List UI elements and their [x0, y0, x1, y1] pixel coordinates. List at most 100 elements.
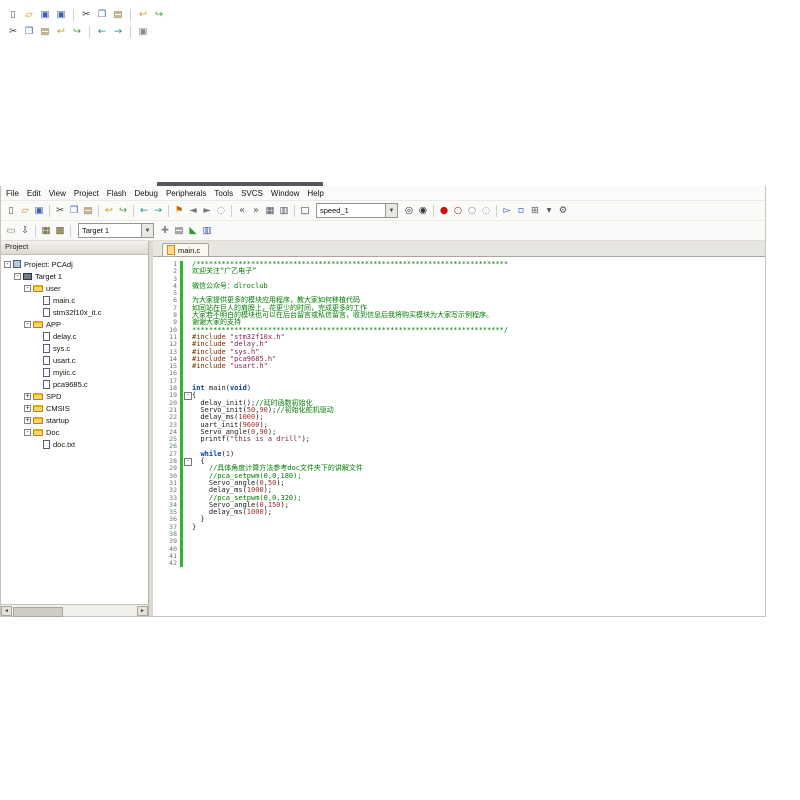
- expand-icon[interactable]: +: [24, 392, 31, 400]
- target-options-icon[interactable]: ✚: [158, 224, 172, 238]
- collapse-icon[interactable]: -: [24, 428, 31, 436]
- code-editor[interactable]: 1/**************************************…: [153, 257, 765, 616]
- uncomment-selection-icon[interactable]: ▥: [277, 204, 291, 218]
- tree-item-target-1[interactable]: - Target 1: [1, 270, 148, 282]
- tree-item-sys-c[interactable]: sys.c: [1, 342, 148, 354]
- copy-icon[interactable]: ❐: [22, 25, 36, 39]
- menu-item-flash[interactable]: Flash: [103, 189, 131, 198]
- tree-item-doc-txt[interactable]: doc.txt: [1, 438, 148, 450]
- save-all-icon[interactable]: ▣: [54, 8, 68, 22]
- comment-selection-icon[interactable]: ▦: [263, 204, 277, 218]
- window-layout-icon[interactable]: ⊞: [528, 204, 542, 218]
- tree-item-doc[interactable]: - Doc: [1, 426, 148, 438]
- save-icon[interactable]: ▣: [32, 204, 46, 218]
- menu-item-tools[interactable]: Tools: [210, 189, 237, 198]
- scroll-right-icon[interactable]: ►: [137, 605, 148, 616]
- tree-item-cmsis[interactable]: + CMSIS: [1, 402, 148, 414]
- cut-icon[interactable]: ✂: [79, 8, 93, 22]
- next-bookmark-icon[interactable]: ►: [200, 204, 214, 218]
- tree-item-project-pcadj[interactable]: - Project: PCAdj: [1, 258, 148, 270]
- indent-icon[interactable]: »: [249, 204, 263, 218]
- tree-item-startup[interactable]: + startup: [1, 414, 148, 426]
- cut-icon[interactable]: ✂: [53, 204, 67, 218]
- tree-item-main-c[interactable]: main.c: [1, 294, 148, 306]
- toolbar-checkbox-icon[interactable]: □: [298, 204, 312, 218]
- tree-item-user[interactable]: - user: [1, 282, 148, 294]
- build-icon[interactable]: ▦: [39, 224, 53, 238]
- tree-item-stm32f10x-it-c[interactable]: stm32f10x_it.c: [1, 306, 148, 318]
- navigate-back-icon[interactable]: ←: [137, 204, 151, 218]
- new-file-icon[interactable]: ▯: [4, 204, 18, 218]
- tree-item-usart-c[interactable]: usart.c: [1, 354, 148, 366]
- tree-item-delay-c[interactable]: delay.c: [1, 330, 148, 342]
- previous-bookmark-icon[interactable]: ◄: [186, 204, 200, 218]
- expand-icon[interactable]: +: [24, 404, 31, 412]
- cut-icon[interactable]: ✂: [6, 25, 20, 39]
- speed-combo[interactable]: speed_1 ▼: [316, 203, 398, 218]
- menu-item-debug[interactable]: Debug: [130, 189, 162, 198]
- debug-session-icon[interactable]: ▻: [500, 204, 514, 218]
- insert-breakpoint-icon[interactable]: ●: [437, 204, 451, 218]
- paste-icon[interactable]: ▤: [81, 204, 95, 218]
- flash-erase-icon[interactable]: ▭: [4, 224, 18, 238]
- copy-icon[interactable]: ❐: [67, 204, 81, 218]
- menu-item-window[interactable]: Window: [267, 189, 303, 198]
- navigate-forward-icon[interactable]: →: [151, 204, 165, 218]
- menu-item-help[interactable]: Help: [303, 189, 327, 198]
- chevron-down-icon[interactable]: ▼: [385, 204, 397, 217]
- clear-bookmarks-icon[interactable]: ◌: [214, 204, 228, 218]
- books-icon[interactable]: ▥: [200, 224, 214, 238]
- tree-item-pca9685-c[interactable]: pca9685.c: [1, 378, 148, 390]
- undo-icon[interactable]: ↩: [136, 8, 150, 22]
- new-file-icon[interactable]: ▯: [6, 8, 20, 22]
- save-icon[interactable]: ▣: [38, 8, 52, 22]
- manage-items-icon[interactable]: ▤: [172, 224, 186, 238]
- menu-item-svcs[interactable]: SVCS: [237, 189, 267, 198]
- scroll-thumb[interactable]: [13, 606, 63, 617]
- collapse-icon[interactable]: -: [4, 260, 11, 268]
- configure-icon[interactable]: ⚙: [556, 204, 570, 218]
- project-horizontal-scrollbar[interactable]: ◄ ►: [1, 604, 148, 617]
- component-viewer-icon[interactable]: ◣: [186, 224, 200, 238]
- find-in-files-icon[interactable]: ◎: [402, 204, 416, 218]
- menu-item-view[interactable]: View: [45, 189, 70, 198]
- tree-item-myiic-c[interactable]: myiic.c: [1, 366, 148, 378]
- collapse-icon[interactable]: -: [14, 272, 21, 280]
- copy-icon[interactable]: ❐: [95, 8, 109, 22]
- kill-breakpoints-icon[interactable]: ◌: [479, 204, 493, 218]
- tree-item-spd[interactable]: + SPD: [1, 390, 148, 402]
- menu-item-project[interactable]: Project: [70, 189, 103, 198]
- redo-icon[interactable]: ↪: [152, 8, 166, 22]
- bookmark-icon[interactable]: ⚑: [172, 204, 186, 218]
- navigate-back-icon[interactable]: ←: [95, 25, 109, 39]
- search-icon[interactable]: ◉: [416, 204, 430, 218]
- tab-main-c[interactable]: main.c: [162, 243, 210, 256]
- periodic-update-icon[interactable]: ▫: [514, 204, 528, 218]
- expand-icon[interactable]: +: [24, 416, 31, 424]
- chevron-down-icon[interactable]: ▼: [141, 224, 153, 237]
- collapse-icon[interactable]: -: [24, 284, 31, 292]
- project-tree[interactable]: - Project: PCAdj - Target 1- user main.c stm32…: [1, 255, 148, 604]
- redo-icon[interactable]: ↪: [116, 204, 130, 218]
- target-combo[interactable]: Target 1 ▼: [78, 223, 154, 238]
- open-folder-icon[interactable]: ▱: [18, 204, 32, 218]
- menu-item-file[interactable]: File: [2, 189, 23, 198]
- redo-icon[interactable]: ↪: [70, 25, 84, 39]
- scroll-track[interactable]: [12, 606, 137, 617]
- navigate-forward-icon[interactable]: →: [111, 25, 125, 39]
- paste-icon[interactable]: ▤: [38, 25, 52, 39]
- bookmark-box-icon[interactable]: ▣: [136, 25, 150, 39]
- disable-breakpoints-icon[interactable]: ○: [465, 204, 479, 218]
- undo-icon[interactable]: ↩: [54, 25, 68, 39]
- undo-icon[interactable]: ↩: [102, 204, 116, 218]
- unindent-icon[interactable]: «: [235, 204, 249, 218]
- tree-item-app[interactable]: - APP: [1, 318, 148, 330]
- rebuild-icon[interactable]: ▩: [53, 224, 67, 238]
- collapse-icon[interactable]: -: [24, 320, 31, 328]
- flash-download-icon[interactable]: ⇩: [18, 224, 32, 238]
- menu-item-edit[interactable]: Edit: [23, 189, 45, 198]
- scroll-left-icon[interactable]: ◄: [1, 605, 12, 616]
- open-folder-icon[interactable]: ▱: [22, 8, 36, 22]
- toggle-breakpoint-icon[interactable]: ○: [451, 204, 465, 218]
- menu-item-peripherals[interactable]: Peripherals: [162, 189, 210, 198]
